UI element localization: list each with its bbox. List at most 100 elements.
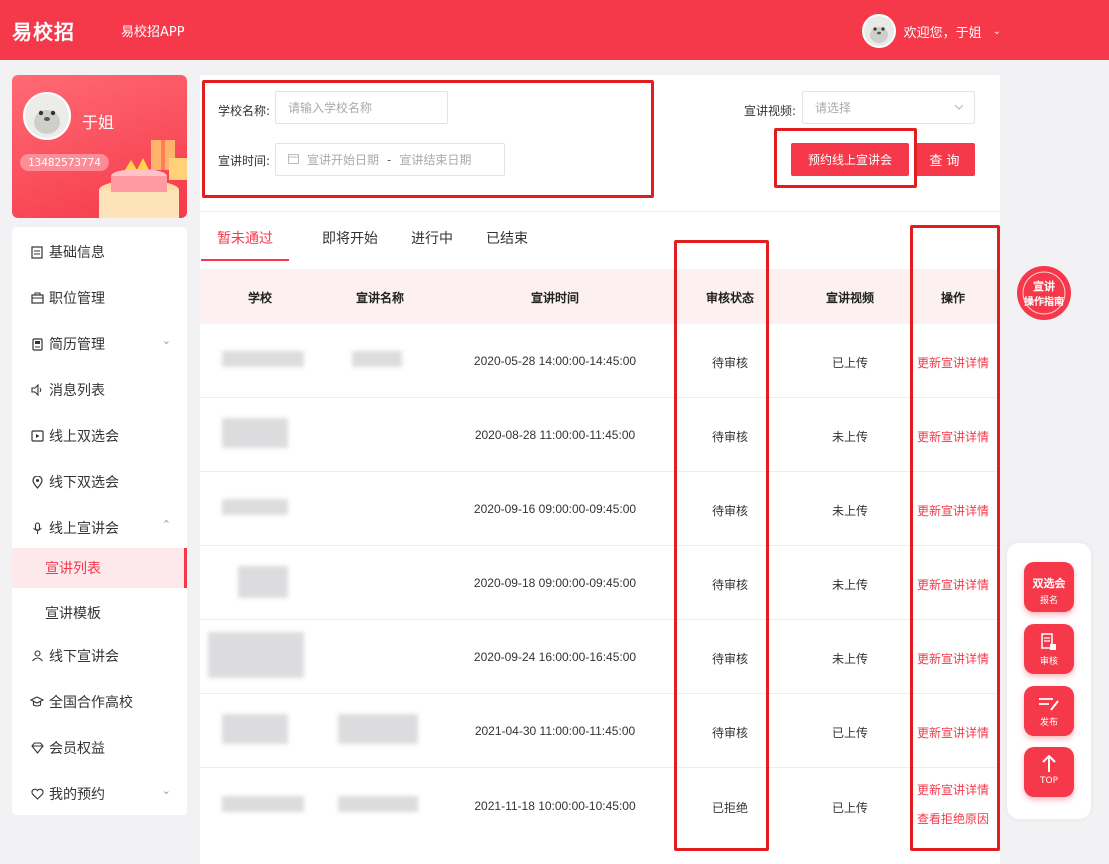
query-button[interactable]: 查 询 bbox=[914, 143, 975, 176]
video-select[interactable]: 请选择 bbox=[802, 91, 975, 124]
update-details-link[interactable]: 更新宣讲详情 bbox=[908, 724, 998, 741]
sidebar-item-label: 基础信息 bbox=[49, 245, 105, 261]
update-details-link[interactable]: 更新宣讲详情 bbox=[908, 576, 998, 593]
tab-ended[interactable]: 已结束 bbox=[486, 223, 528, 261]
sidebar-item-offline-job-fair[interactable]: 线下双选会 bbox=[12, 462, 187, 502]
sidebar-item-online-job-fair[interactable]: 线上双选会 bbox=[12, 416, 187, 456]
speaker-icon bbox=[30, 383, 44, 397]
column-header-talk-name: 宣讲名称 bbox=[355, 291, 404, 305]
sidebar-subitem-talk-template[interactable]: 宣讲模板 bbox=[12, 593, 187, 633]
review-status-cell: 待审核 bbox=[711, 356, 748, 370]
avatar[interactable] bbox=[861, 14, 896, 48]
chevron-down-icon: ⌄ bbox=[161, 784, 171, 797]
sidebar-item-label: 线上宣讲会 bbox=[49, 521, 119, 537]
top-bar: 易校招 易校招APP 欢迎您，于姐 ⌄ bbox=[0, 0, 1109, 60]
tab-upcoming[interactable]: 即将开始 bbox=[322, 223, 378, 261]
talk-time-cell: 2020-09-18 09:00:00-09:45:00 bbox=[473, 576, 637, 590]
table-header: 学校 宣讲名称 宣讲时间 审核状态 宣讲视频 操作 bbox=[200, 269, 1000, 324]
video-status-cell: 未上传 bbox=[831, 504, 868, 518]
sidebar-item-basic-info[interactable]: 基础信息 bbox=[12, 232, 187, 272]
review-status-cell: 待审核 bbox=[711, 430, 748, 444]
column-header-review-status: 审核状态 bbox=[705, 291, 754, 305]
table-row: 2020-08-28 11:00:00-11:45:00 待审核 未上传 更新宣… bbox=[200, 398, 1000, 472]
time-label: 宣讲时间: bbox=[218, 154, 271, 168]
review-status-cell: 待审核 bbox=[711, 578, 748, 592]
video-status-cell: 未上传 bbox=[831, 578, 868, 592]
sidebar-item-jobs[interactable]: 职位管理 bbox=[12, 278, 187, 318]
graduation-cap-icon bbox=[30, 695, 44, 709]
column-header-actions: 操作 bbox=[940, 291, 965, 305]
column-header-school: 学校 bbox=[247, 291, 272, 305]
sidebar-item-partner-schools[interactable]: 全国合作高校 bbox=[12, 682, 187, 722]
talk-time-cell: 2020-09-24 16:00:00-16:45:00 bbox=[473, 650, 637, 664]
talk-guide-badge[interactable]: 宣讲 操作指南 bbox=[1004, 265, 1086, 325]
table-row: 2020-09-18 09:00:00-09:45:00 待审核 未上传 更新宣… bbox=[200, 546, 1000, 620]
avatar[interactable] bbox=[23, 92, 71, 140]
update-details-link[interactable]: 更新宣讲详情 bbox=[908, 502, 998, 519]
update-details-link[interactable]: 更新宣讲详情 bbox=[908, 650, 998, 667]
sidebar-item-offline-talk[interactable]: 线下宣讲会 bbox=[12, 636, 187, 676]
column-header-talk-time: 宣讲时间 bbox=[530, 291, 579, 305]
welcome-text: 欢迎您，于姐 bbox=[903, 25, 982, 41]
update-details-link[interactable]: 更新宣讲详情 bbox=[908, 354, 998, 371]
sidebar-menu: 基础信息 职位管理 简历管理 ⌄ 消息列表 线上双选会 线下双选会 线上宣讲会 … bbox=[12, 227, 187, 815]
sidebar-item-online-talk[interactable]: 线上宣讲会 ⌃ bbox=[12, 508, 187, 548]
column-header-talk-video: 宣讲视频 bbox=[825, 291, 874, 305]
talk-time-cell: 2020-09-16 09:00:00-09:45:00 bbox=[473, 502, 637, 516]
sidebar-item-label: 全国合作高校 bbox=[49, 695, 133, 711]
user-menu[interactable]: 欢迎您，于姐 ⌄ bbox=[861, 14, 1001, 48]
heart-icon bbox=[30, 787, 44, 801]
video-select-placeholder: 请选择 bbox=[815, 101, 852, 115]
app-link[interactable]: 易校招APP bbox=[121, 21, 185, 40]
tab-not-approved[interactable]: 暂未通过 bbox=[201, 223, 289, 261]
tab-in-progress[interactable]: 进行中 bbox=[411, 223, 453, 261]
brand-logo[interactable]: 易校招 bbox=[12, 16, 75, 45]
talk-name-cell-redacted bbox=[338, 796, 418, 812]
job-fair-title: 双选会 bbox=[1032, 577, 1066, 590]
book-online-talk-button[interactable]: 预约线上宣讲会 bbox=[791, 143, 909, 176]
view-rejection-reason-link[interactable]: 查看拒绝原因 bbox=[908, 810, 998, 827]
school-label: 学校名称: bbox=[218, 104, 271, 118]
document-icon bbox=[30, 245, 44, 259]
date-range-input[interactable]: 宣讲开始日期 - 宣讲结束日期 bbox=[275, 143, 505, 176]
chevron-up-icon: ⌃ bbox=[161, 518, 171, 531]
divider bbox=[200, 211, 1000, 212]
review-label: 审核 bbox=[1039, 657, 1058, 667]
sidebar-item-membership[interactable]: 会员权益 bbox=[12, 728, 187, 768]
resume-icon bbox=[30, 337, 44, 351]
top-label: TOP bbox=[1039, 776, 1058, 786]
publish-button[interactable]: 发布 bbox=[1024, 686, 1074, 736]
video-status-cell: 已上传 bbox=[831, 726, 868, 740]
microphone-icon bbox=[30, 521, 44, 535]
back-to-top-button[interactable]: TOP bbox=[1024, 747, 1074, 797]
sidebar-item-my-bookings[interactable]: 我的预约 ⌄ bbox=[12, 774, 187, 814]
sidebar-item-messages[interactable]: 消息列表 bbox=[12, 370, 187, 410]
school-cell-redacted bbox=[208, 632, 304, 678]
briefcase-icon bbox=[30, 291, 44, 305]
update-details-link[interactable]: 更新宣讲详情 bbox=[908, 428, 998, 445]
table-row: 2020-09-16 09:00:00-09:45:00 待审核 未上传 更新宣… bbox=[200, 472, 1000, 546]
talk-time-cell: 2020-08-28 11:00:00-11:45:00 bbox=[474, 428, 636, 442]
arrow-up-icon bbox=[1024, 754, 1074, 776]
update-details-link[interactable]: 更新宣讲详情 bbox=[908, 781, 998, 798]
review-button[interactable]: 审核 bbox=[1024, 624, 1074, 674]
edit-icon bbox=[1024, 696, 1074, 715]
school-cell-redacted bbox=[222, 796, 304, 812]
chevron-down-icon bbox=[954, 101, 964, 115]
review-status-cell: 待审核 bbox=[711, 652, 748, 666]
review-doc-icon bbox=[1024, 633, 1074, 654]
sidebar-item-resumes[interactable]: 简历管理 ⌄ bbox=[12, 324, 187, 364]
filter-form: 学校名称: 请输入学校名称 宣讲时间: 宣讲开始日期 - 宣讲结束日期 宣讲视频… bbox=[200, 75, 1000, 211]
main-panel: 学校名称: 请输入学校名称 宣讲时间: 宣讲开始日期 - 宣讲结束日期 宣讲视频… bbox=[200, 75, 1000, 864]
school-name-input[interactable]: 请输入学校名称 bbox=[275, 91, 448, 124]
job-fair-signup-button[interactable]: 双选会 报名 bbox=[1024, 562, 1074, 612]
talk-time-cell: 2020-05-28 14:00:00-14:45:00 bbox=[473, 354, 637, 368]
publish-label: 发布 bbox=[1039, 718, 1058, 728]
video-icon bbox=[30, 429, 44, 443]
school-cell-redacted bbox=[222, 714, 288, 744]
school-name-placeholder: 请输入学校名称 bbox=[288, 101, 373, 115]
video-status-cell: 未上传 bbox=[831, 430, 868, 444]
guide-badge-line2: 操作指南 bbox=[1024, 295, 1064, 308]
sidebar-subitem-talk-list[interactable]: 宣讲列表 bbox=[12, 548, 187, 588]
sidebar-item-label: 我的预约 bbox=[49, 787, 105, 803]
